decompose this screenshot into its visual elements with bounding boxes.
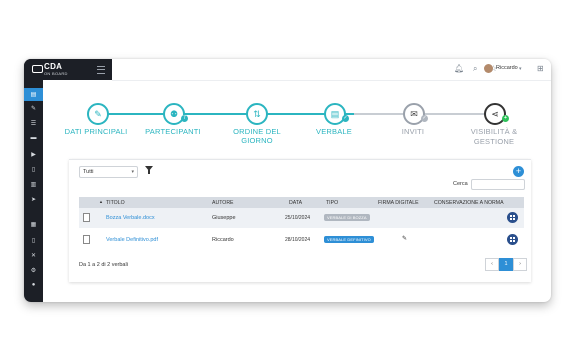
step-label: DATI PRINCIPALI xyxy=(64,127,128,136)
document-date: 25/10/2024 xyxy=(285,215,311,221)
filter-select[interactable]: Tutti ▾ xyxy=(79,166,138,178)
document-title-link[interactable]: Verbale Definitivo.pdf xyxy=(106,237,158,243)
list-icon[interactable]: ☰ xyxy=(24,120,43,127)
table-row: Bozza Verbale.docx Giuseppe 25/10/2024 V… xyxy=(79,208,524,228)
column-header-autore[interactable]: AUTORE xyxy=(212,200,234,206)
sort-asc-icon[interactable]: ▲ xyxy=(99,199,103,204)
search-icon[interactable]: ⌕ xyxy=(473,64,477,74)
chart-icon[interactable]: ▥ xyxy=(24,181,43,188)
stepper-progress-line xyxy=(96,113,354,115)
list-icon: ⇅ xyxy=(253,109,261,119)
send-icon[interactable]: ➤ xyxy=(24,196,43,203)
document-title-link[interactable]: Bozza Verbale.docx xyxy=(106,215,155,221)
logo-icon xyxy=(32,65,43,73)
grid-icon[interactable]: ⊞ xyxy=(537,64,544,73)
column-header-tipo[interactable]: TIPO xyxy=(326,200,338,206)
file-icon[interactable]: ▯ xyxy=(24,237,43,244)
document-date: 28/10/2024 xyxy=(285,237,311,243)
edit-icon[interactable]: ✎ xyxy=(24,105,43,112)
step-inviti[interactable]: ✉ xyxy=(403,103,425,125)
file-icon xyxy=(83,235,90,244)
envelope-icon: ✉ xyxy=(410,109,418,119)
row-actions-button[interactable] xyxy=(507,234,518,245)
step-label: VERBALE xyxy=(316,127,352,136)
edit-icon: ✎ xyxy=(94,109,102,119)
document-type-badge: VERBALE DI BOZZA xyxy=(324,214,370,221)
table-info: Da 1 a 2 di 2 verbali xyxy=(79,262,128,268)
file-icon xyxy=(83,213,90,222)
step-verbale[interactable]: ▤ xyxy=(324,103,346,125)
bell-icon[interactable]: 🔔︎ xyxy=(454,64,464,73)
user-menu-chevron-icon[interactable]: ▾ xyxy=(519,66,522,72)
chevron-down-icon: ▾ xyxy=(131,169,134,175)
topbar: 🔔︎ ⌕ ☆ Riccardo ▾ ⊞ xyxy=(112,59,551,81)
column-header-data[interactable]: DATA xyxy=(289,200,302,206)
logo-subtitle: ON BOARD xyxy=(44,71,68,76)
sidebar: ▤ ✎ ☰ ▬ ▶ ▯ ▥ ➤ ▦ ▯ ✕ ⚙ ● xyxy=(24,59,43,302)
step-label: ORDINE DEL GIORNO xyxy=(233,127,281,145)
hamburger-menu-icon[interactable] xyxy=(97,66,105,74)
documents-card: Tutti ▾ + Cerca ▲ TITOLO AUTORE DATA TIP… xyxy=(69,159,531,282)
column-header-firma-digitale[interactable]: FIRMA DIGITALE xyxy=(378,200,419,206)
participants-badge: 7 xyxy=(181,115,188,122)
pagination-next[interactable]: › xyxy=(513,258,527,271)
check-badge: ✓ xyxy=(421,115,428,122)
table-row: Verbale Definitivo.pdf Riccardo 28/10/20… xyxy=(79,230,524,250)
step-label: VISIBILITÀ & GESTIONE xyxy=(470,127,518,146)
users-icon: ⚉ xyxy=(169,109,179,119)
plus-badge[interactable]: + xyxy=(502,115,509,122)
search-input[interactable] xyxy=(471,179,525,190)
column-header-titolo[interactable]: TITOLO xyxy=(106,200,125,206)
document-author: Giuseppe xyxy=(212,215,236,221)
step-dati-principali[interactable]: ✎ xyxy=(87,103,109,125)
user-name[interactable]: Riccardo xyxy=(496,65,518,71)
signature-edit-icon[interactable]: ✎ xyxy=(402,235,407,242)
table-header: ▲ TITOLO AUTORE DATA TIPO FIRMA DIGITALE… xyxy=(79,197,524,208)
logo-title: CDA xyxy=(44,62,63,71)
folder-icon[interactable]: ▬ xyxy=(24,135,43,141)
step-visibilita-gestione[interactable]: ⋖ xyxy=(484,103,506,125)
app-window: ▤ ✎ ☰ ▬ ▶ ▯ ▥ ➤ ▦ ▯ ✕ ⚙ ● CDA ON BOARD 🔔… xyxy=(24,59,551,302)
add-document-button[interactable]: + xyxy=(513,166,524,177)
share-icon: ⋖ xyxy=(491,109,499,119)
pagination-prev[interactable]: ‹ xyxy=(485,258,499,271)
document-icon[interactable]: ▯ xyxy=(24,166,43,173)
check-badge: ✓ xyxy=(342,115,349,122)
row-actions-button[interactable] xyxy=(507,212,518,223)
step-ordine-del-giorno[interactable]: ⇅ xyxy=(246,103,268,125)
filter-icon-stem xyxy=(148,170,150,174)
avatar[interactable] xyxy=(484,64,493,73)
tools-icon[interactable]: ✕ xyxy=(24,252,43,259)
video-icon[interactable]: ▶ xyxy=(24,151,43,158)
search-label: Cerca xyxy=(453,181,468,187)
users-icon[interactable]: ⚙ xyxy=(24,267,43,274)
dashboard-icon[interactable]: ▤ xyxy=(24,91,43,98)
pagination-page-1[interactable]: 1 xyxy=(499,258,513,271)
document-icon: ▤ xyxy=(330,109,340,119)
step-label: INVITI xyxy=(401,127,425,136)
filter-select-value: Tutti xyxy=(83,169,94,175)
step-partecipanti[interactable]: ⚉ xyxy=(163,103,185,125)
document-author: Riccardo xyxy=(212,237,234,243)
step-label: PARTECIPANTI xyxy=(145,127,201,136)
calendar-icon[interactable]: ▦ xyxy=(24,221,43,228)
info-icon[interactable]: ● xyxy=(24,282,43,288)
logo-bar: CDA ON BOARD xyxy=(24,59,112,80)
column-header-conservazione[interactable]: CONSERVAZIONE A NORMA xyxy=(434,200,504,206)
document-type-badge: VERBALE DEFINITIVO xyxy=(324,236,374,243)
